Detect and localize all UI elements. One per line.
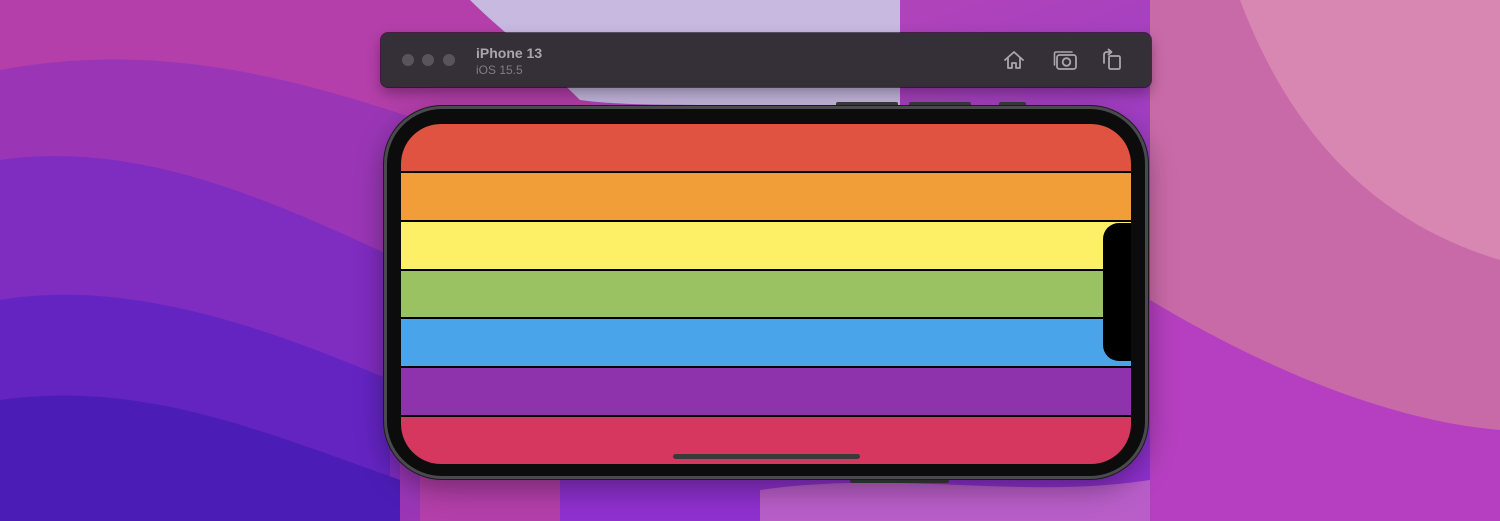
minimize-window-button[interactable] — [422, 54, 434, 66]
rotate-icon — [1103, 48, 1121, 70]
stripe-yellow — [401, 221, 1131, 269]
screenshot-button[interactable] — [1053, 47, 1079, 73]
notch — [1103, 223, 1131, 361]
zoom-window-button[interactable] — [443, 54, 455, 66]
simulator-title-bar: iPhone 13 iOS 15.5 — [381, 33, 1151, 87]
stripe-blue — [401, 319, 1131, 367]
rotate-button[interactable] — [1099, 47, 1125, 73]
stripe-purple — [401, 368, 1131, 416]
stripe-red — [401, 124, 1131, 171]
stripe-green — [401, 270, 1131, 318]
device-screen[interactable] — [401, 124, 1131, 464]
home-button[interactable] — [1001, 47, 1027, 73]
device-name: iPhone 13 — [476, 45, 543, 61]
home-indicator[interactable] — [673, 454, 860, 459]
home-icon — [1004, 51, 1024, 69]
iphone-device-frame — [384, 106, 1148, 479]
os-version: iOS 15.5 — [476, 63, 523, 77]
camera-icon — [1053, 51, 1077, 70]
close-window-button[interactable] — [402, 54, 414, 66]
stripe-orange — [401, 172, 1131, 220]
